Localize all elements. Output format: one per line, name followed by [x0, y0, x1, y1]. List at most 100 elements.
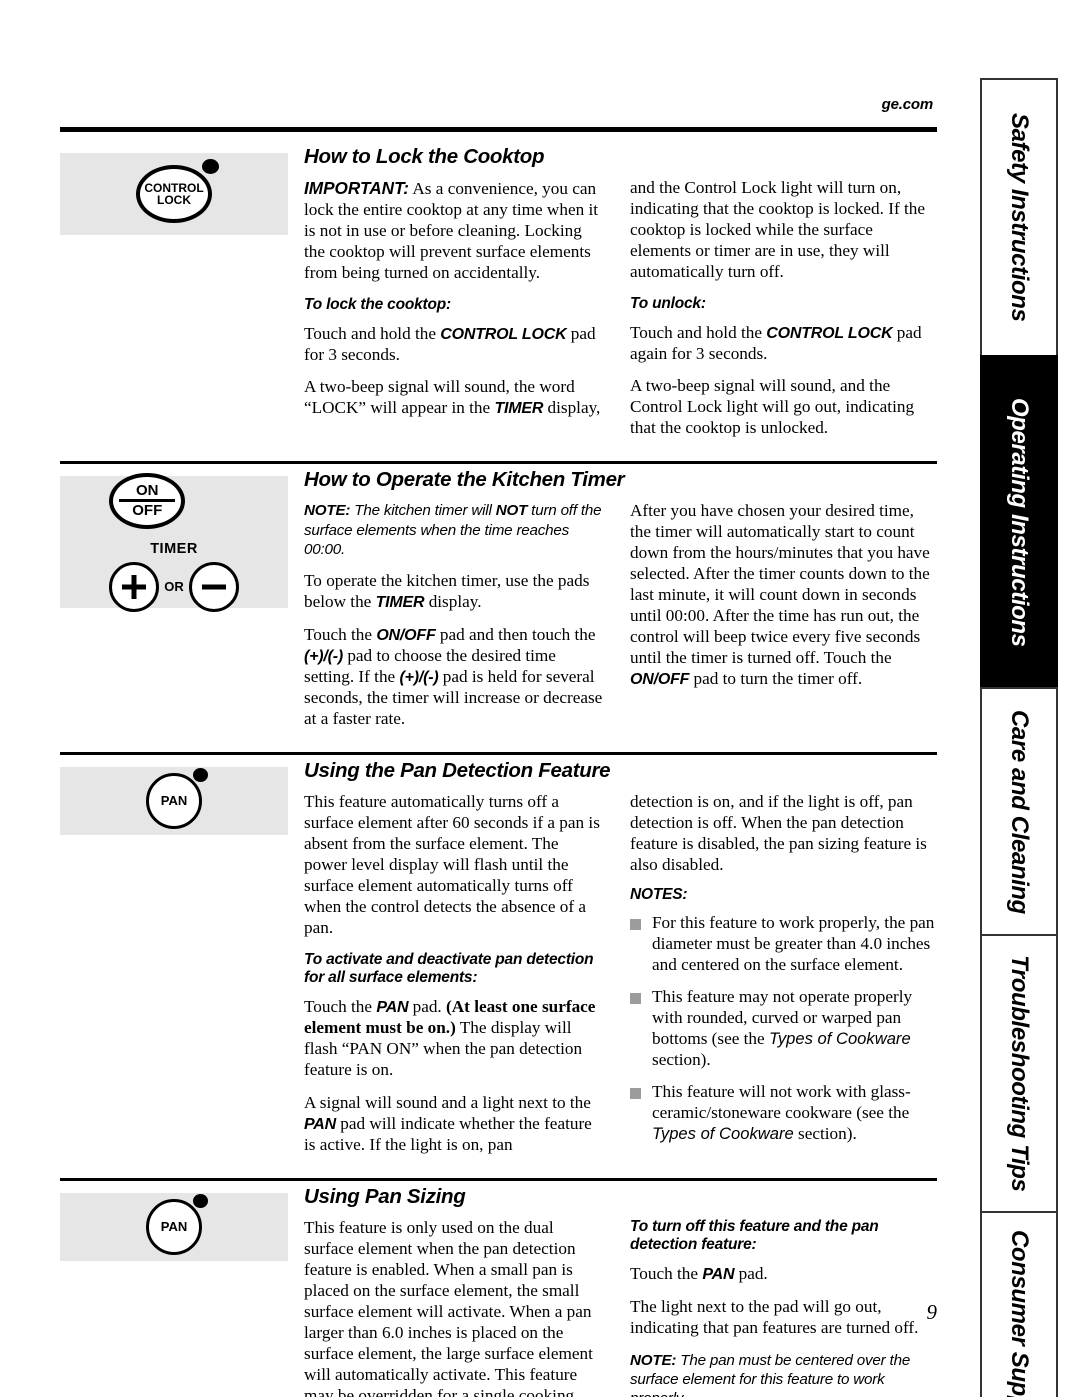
- pan-sizing-step-1a: Touch the: [630, 1263, 703, 1283]
- pan-pad-ref-2: PAN: [304, 1115, 336, 1133]
- timer-countdown-a: After you have chosen your desired time,…: [630, 501, 930, 668]
- or-label: OR: [164, 579, 184, 595]
- timer-step-1: To operate the kitchen timer, use the pa…: [304, 571, 604, 613]
- tab-label: Care and Cleaning: [1006, 709, 1033, 914]
- tab-label: Safety Instructions: [1006, 113, 1033, 322]
- on-off-pad-icon: ON OFF: [109, 472, 186, 529]
- tab-operating-instructions[interactable]: Operating Instructions: [980, 355, 1058, 687]
- list-item: For this feature to work properly, the p…: [630, 913, 941, 976]
- note-item-ref: Types of Cookware: [652, 1124, 794, 1144]
- tab-consumer-support[interactable]: Consumer Support: [980, 1211, 1058, 1397]
- timer-pads-icon: ON OFF TIMER OR: [109, 472, 239, 612]
- timer-left-column: NOTE: The kitchen timer will NOT turn of…: [304, 501, 604, 741]
- manual-page: ge.com CONTROL LOCK How to Lock the Cook…: [0, 0, 1080, 1397]
- section-title-kitchen-timer: How to Operate the Kitchen Timer: [304, 468, 625, 492]
- page-header: ge.com: [60, 96, 937, 140]
- pan-sizing-left-column: This feature is only used on the dual su…: [304, 1218, 604, 1397]
- timer-countdown-paragraph: After you have chosen your desired time,…: [630, 501, 930, 690]
- lock-left-column: IMPORTANT: As a convenience, you can loc…: [304, 178, 604, 451]
- pan-step-1b: pad.: [408, 996, 447, 1016]
- section-tab-strip: Safety Instructions Operating Instructio…: [980, 78, 1058, 1397]
- subhead-activate-deactivate: To activate and deactivate pan detection…: [304, 950, 594, 987]
- onoff-pad-ref-2: ON/OFF: [630, 671, 690, 689]
- subhead-turn-off-feature: To turn off this feature and the pan det…: [630, 1217, 879, 1254]
- unlock-step-1a: Touch and hold the: [630, 322, 767, 342]
- pan-sizing-description: This feature is only used on the dual su…: [304, 1218, 604, 1397]
- lock-right-column: and the Control Lock light will turn on,…: [630, 178, 930, 451]
- tab-label: Consumer Support: [1006, 1230, 1033, 1397]
- list-item: This feature will not work with glass-ce…: [630, 1082, 941, 1145]
- lock-continuation: and the Control Lock light will turn on,…: [630, 178, 925, 281]
- section-title-pan-detection: Using the Pan Detection Feature: [304, 758, 611, 782]
- control-lock-icon-panel: CONTROL LOCK: [60, 153, 288, 235]
- note-item-ref: Types of Cookware: [768, 1029, 911, 1049]
- pan-step-2b: pad will indicate whether the feature is…: [304, 1113, 592, 1154]
- indicator-light-icon: [193, 1193, 208, 1208]
- timer-icon-label: TIMER: [150, 540, 198, 557]
- tab-label: Operating Instructions: [1006, 397, 1033, 647]
- timer-step-1b: display.: [424, 591, 482, 611]
- subhead-to-unlock: To unlock:: [630, 294, 706, 312]
- notes-label: NOTES:: [630, 885, 688, 903]
- plusminus-pad-ref-2: (+)/(-): [399, 668, 439, 686]
- pan-pad-ref-3: PAN: [702, 1265, 735, 1283]
- section-pan-sizing: PAN Using Pan Sizing This feature is onl…: [60, 1181, 937, 1397]
- page-number: 9: [926, 1300, 938, 1324]
- pan-sizing-step-1: Touch the PAN pad.: [630, 1264, 941, 1285]
- pan-detection-continuation: detection is on, and if the light is off…: [630, 791, 927, 874]
- pan-detection-icon-panel: PAN: [60, 766, 288, 835]
- timer-step-2a: Touch the: [304, 624, 377, 644]
- header-rule: [60, 127, 937, 132]
- unlock-step-1: Touch and hold the CONTROL LOCK pad agai…: [630, 323, 930, 365]
- section-title-pan-sizing: Using Pan Sizing: [304, 1184, 466, 1208]
- note-item-tail: section).: [793, 1124, 857, 1144]
- subhead-to-lock: To lock the cooktop:: [304, 295, 451, 313]
- plusminus-pad-ref-1: (+)/(-): [304, 647, 344, 665]
- important-label: IMPORTANT:: [304, 178, 410, 198]
- lock-step-2b: display,: [543, 398, 601, 418]
- pan-sizing-step-2: The light next to the pad will go out, i…: [630, 1296, 919, 1337]
- control-lock-pad-icon: CONTROL LOCK: [136, 159, 219, 223]
- on-label: ON: [136, 482, 159, 500]
- lock-step-1: Touch and hold the CONTROL LOCK pad for …: [304, 324, 604, 366]
- note-item-text: For this feature to work properly, the p…: [652, 913, 935, 975]
- timer-step-2b: pad and then touch the: [435, 624, 596, 644]
- control-lock-pad-ref: CONTROL LOCK: [440, 325, 567, 343]
- tab-troubleshooting-tips[interactable]: Troubleshooting Tips: [980, 934, 1058, 1211]
- indicator-light-icon: [202, 159, 219, 174]
- pan-step-1a: Touch the: [304, 996, 377, 1016]
- page-content: CONTROL LOCK How to Lock the Cooktop IMP…: [60, 141, 937, 1397]
- tab-safety-instructions[interactable]: Safety Instructions: [980, 78, 1058, 355]
- note-not: NOT: [495, 502, 528, 520]
- section-title-lock-cooktop: How to Lock the Cooktop: [304, 145, 545, 168]
- note-text-a: The kitchen timer will: [350, 502, 496, 520]
- pan-icon-label: PAN: [160, 793, 188, 809]
- tab-care-and-cleaning[interactable]: Care and Cleaning: [980, 687, 1058, 934]
- pan-detection-step-1: Touch the PAN pad. (At least one surface…: [304, 997, 604, 1081]
- pan-detection-notes-list: For this feature to work properly, the p…: [630, 913, 941, 1145]
- timer-pad-ref: TIMER: [375, 593, 425, 611]
- timer-countdown-b: pad to turn the timer off.: [689, 669, 863, 689]
- pan-detection-step-2: A signal will sound and a light next to …: [304, 1093, 604, 1156]
- note-label: NOTE:: [304, 502, 351, 520]
- important-paragraph: IMPORTANT: As a convenience, you can loc…: [304, 178, 604, 284]
- pan-sizing-icon-panel: PAN: [60, 1192, 288, 1261]
- section-lock-cooktop: CONTROL LOCK How to Lock the Cooktop IMP…: [60, 141, 937, 465]
- section-kitchen-timer: ON OFF TIMER OR How to Operate the Kitch…: [60, 464, 937, 755]
- note-item-tail: section).: [652, 1050, 711, 1070]
- onoff-pad-ref: ON/OFF: [376, 626, 436, 644]
- pan-sizing-text-a: This feature is only used on the dual su…: [304, 1217, 593, 1397]
- timer-note: NOTE: The kitchen timer will NOT turn of…: [304, 501, 604, 558]
- minus-pad-icon: [188, 561, 239, 612]
- pan-pad-icon: PAN: [146, 1193, 208, 1255]
- pan-detection-intro: This feature automatically turns off a s…: [304, 791, 600, 937]
- ge-website-label: ge.com: [881, 96, 934, 113]
- lock-step-1a: Touch and hold the: [304, 323, 441, 343]
- list-item: This feature may not operate properly wi…: [630, 987, 941, 1071]
- unlock-step-2: A two-beep signal will sound, and the Co…: [630, 376, 915, 438]
- indicator-light-icon: [193, 767, 208, 782]
- pan-sizing-step-1b: pad.: [734, 1263, 768, 1283]
- timer-step-2: Touch the ON/OFF pad and then touch the …: [304, 625, 604, 730]
- pan-sizing-note: NOTE: The pan must be centered over the …: [630, 1351, 941, 1397]
- pan-icon-label: PAN: [160, 1219, 188, 1235]
